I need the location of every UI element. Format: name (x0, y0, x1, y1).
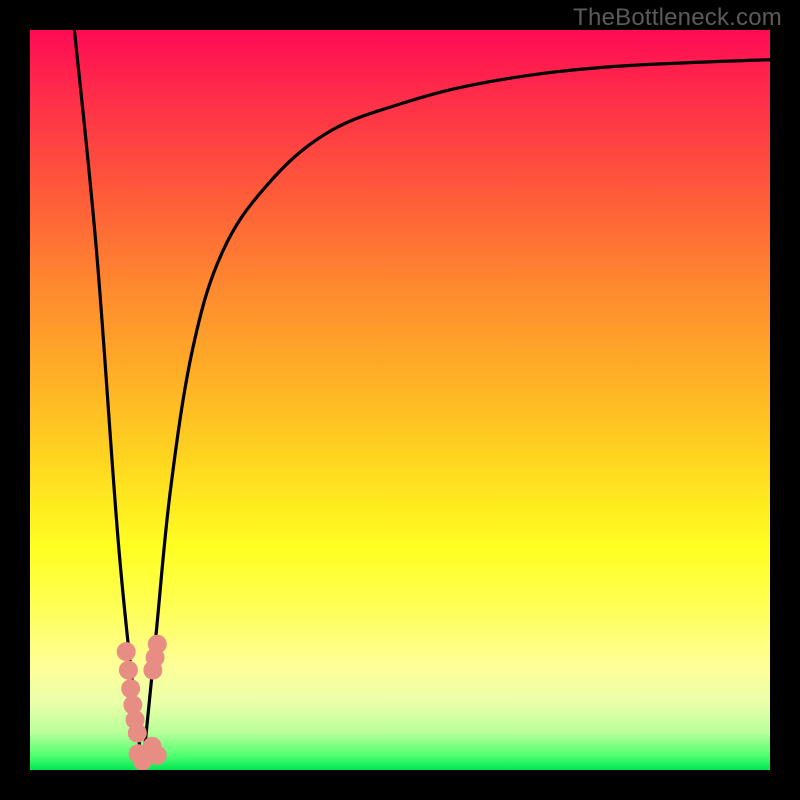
curve-right-branch (142, 60, 770, 770)
data-marker (148, 635, 167, 654)
curve-layer (30, 30, 770, 770)
watermark-label: TheBottleneck.com (573, 4, 782, 32)
curve-group (74, 30, 770, 770)
data-marker (117, 642, 136, 661)
marker-group (117, 635, 167, 770)
plot-area (30, 30, 770, 770)
data-marker (119, 661, 138, 680)
data-marker (121, 679, 140, 698)
chart-frame: TheBottleneck.com (0, 0, 800, 800)
data-marker (128, 724, 147, 743)
data-marker (148, 746, 167, 765)
curve-left-branch (74, 30, 142, 770)
